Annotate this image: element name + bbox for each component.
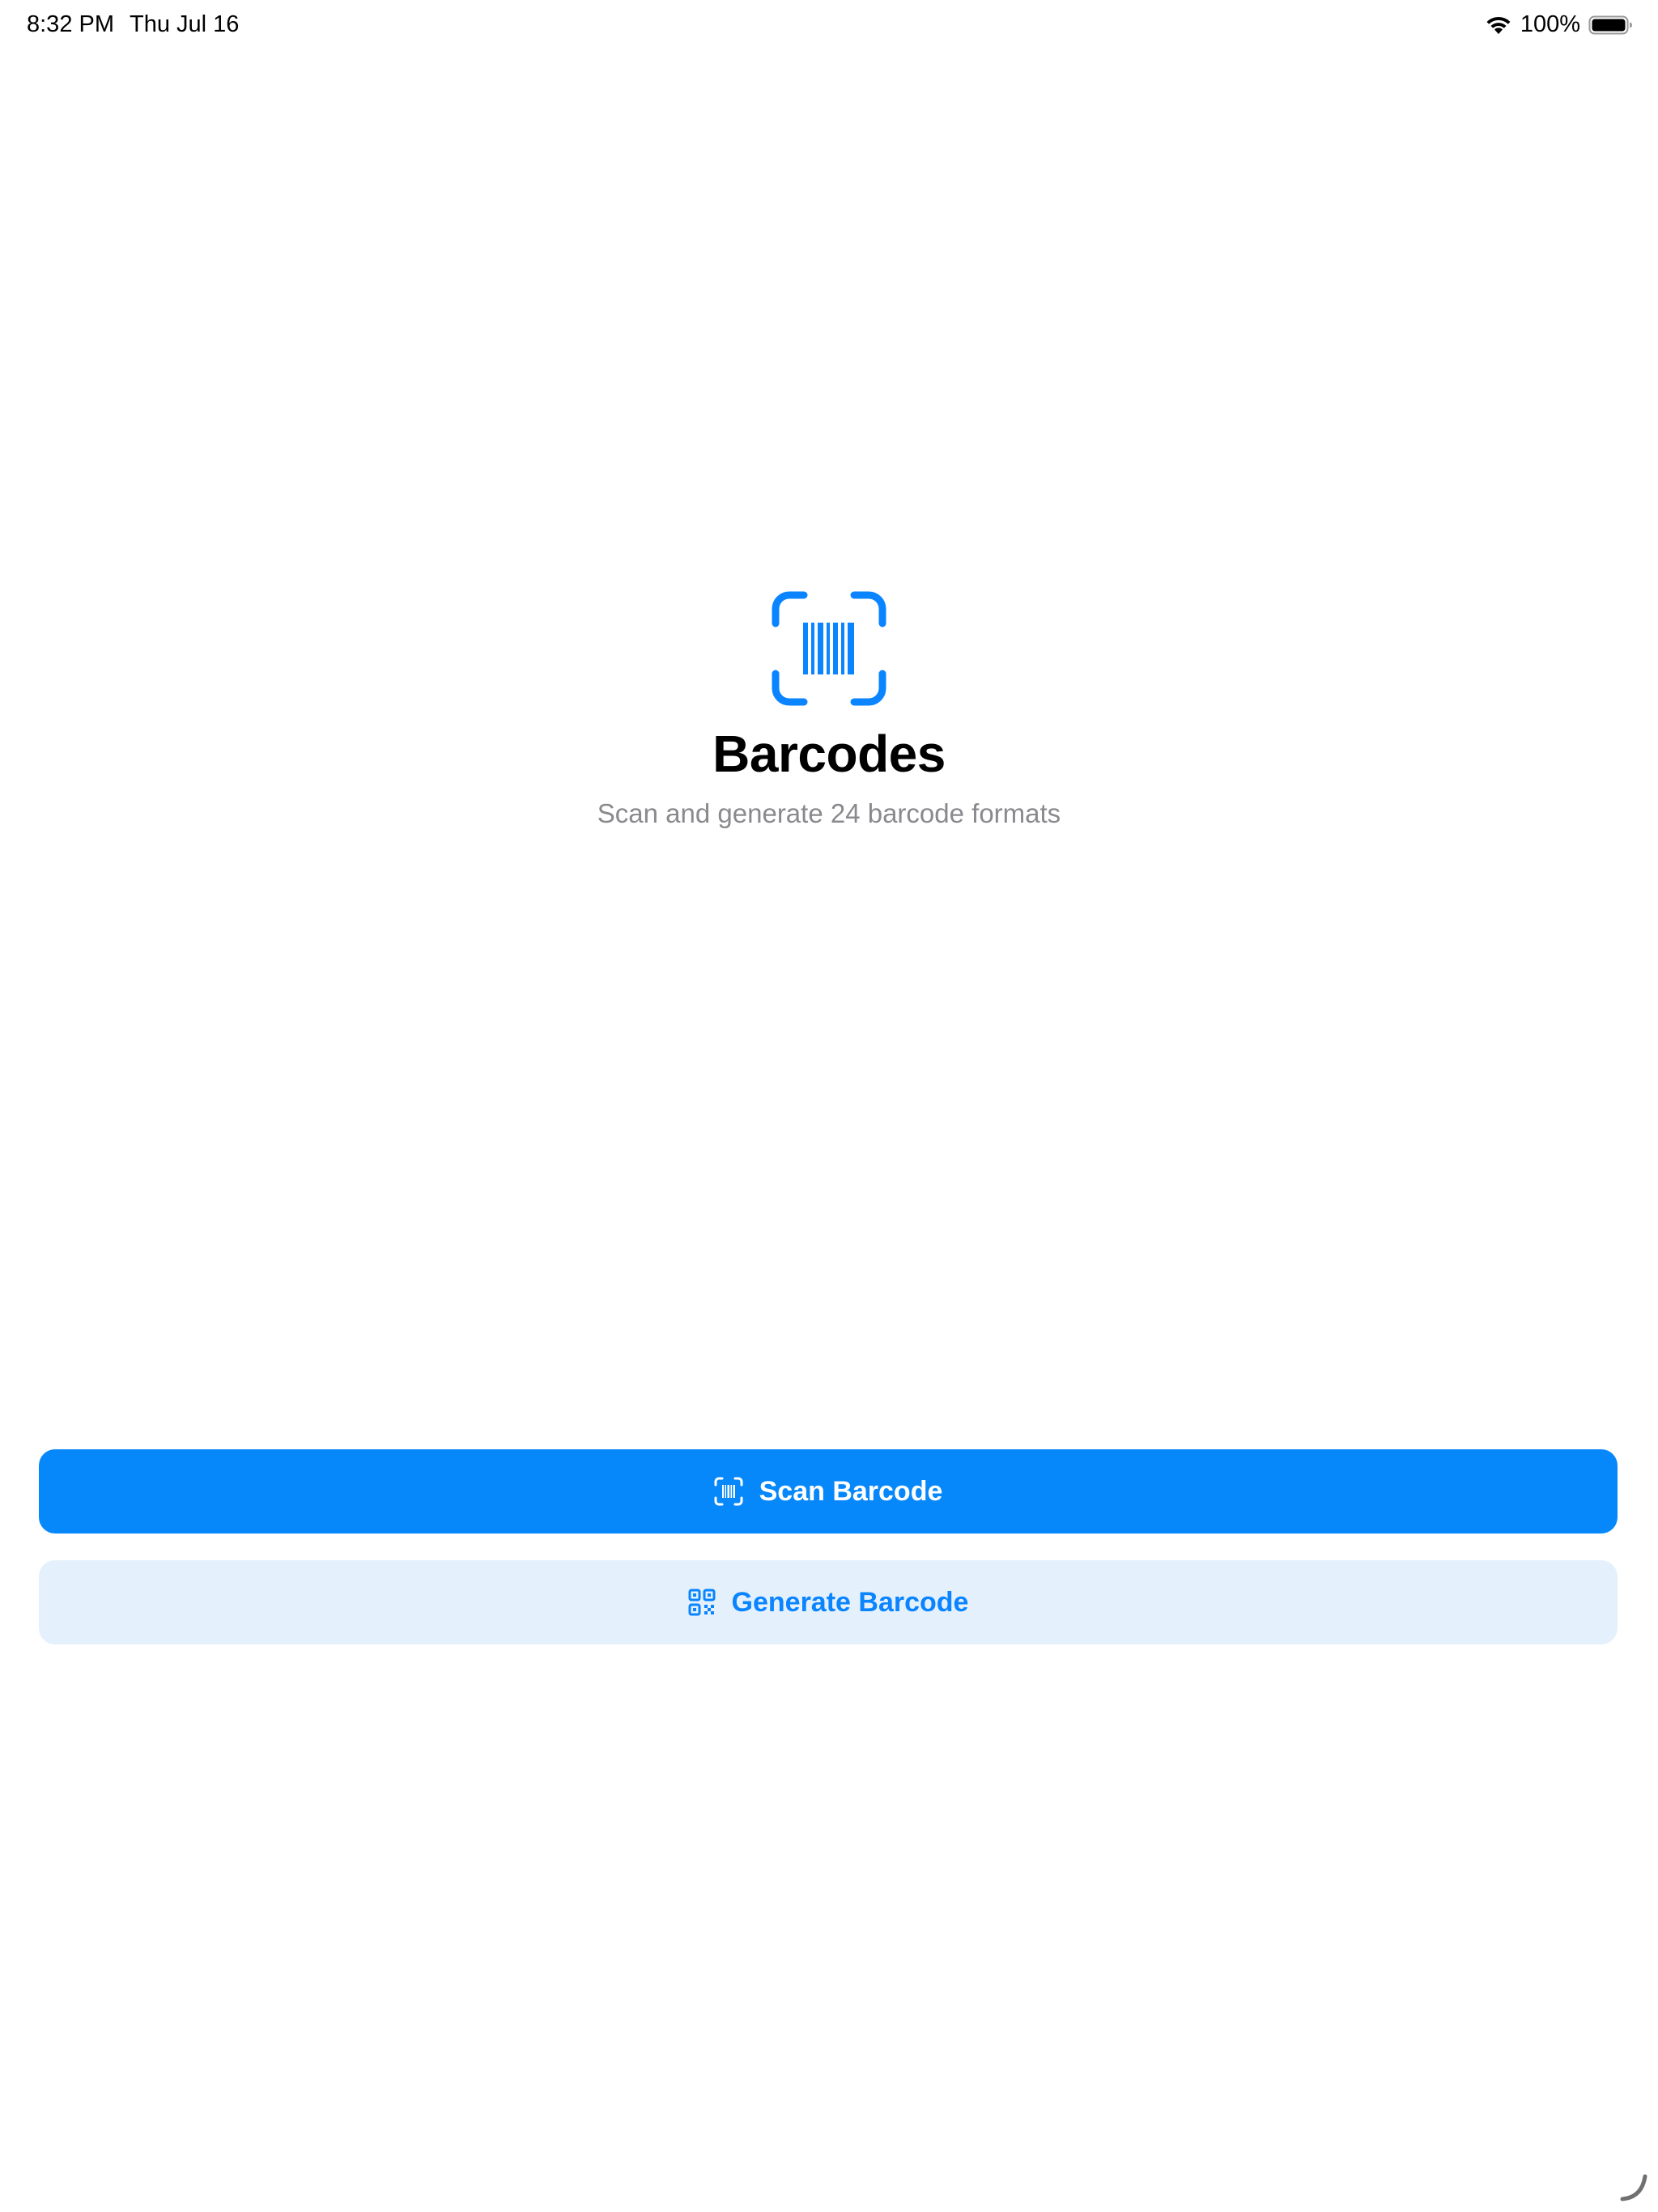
status-bar: 8:32 PM Thu Jul 16 100% [0,0,1658,52]
resize-corner-icon [1619,2173,1648,2202]
scan-barcode-button[interactable]: Scan Barcode [39,1449,1618,1534]
qrcode-icon [688,1589,716,1616]
barcode-viewfinder-icon [714,1477,743,1506]
scan-barcode-label: Scan Barcode [759,1475,943,1507]
wifi-icon [1485,15,1512,36]
status-date: Thu Jul 16 [130,11,240,37]
battery-full-icon [1588,15,1634,36]
battery-percentage: 100% [1520,11,1580,37]
generate-barcode-button[interactable]: Generate Barcode [39,1560,1618,1644]
status-indicators: 100% [1485,11,1634,38]
app-screen: 8:32 PM Thu Jul 16 100% Barcodes Scan an… [0,0,1658,2212]
status-time: 8:32 PM [27,11,114,37]
app-title: Barcodes [712,725,946,783]
generate-barcode-label: Generate Barcode [731,1586,969,1618]
app-subtitle: Scan and generate 24 barcode formats [597,798,1061,828]
barcode-viewfinder-icon [772,591,886,706]
hero-section: Barcodes Scan and generate 24 barcode fo… [0,591,1658,829]
